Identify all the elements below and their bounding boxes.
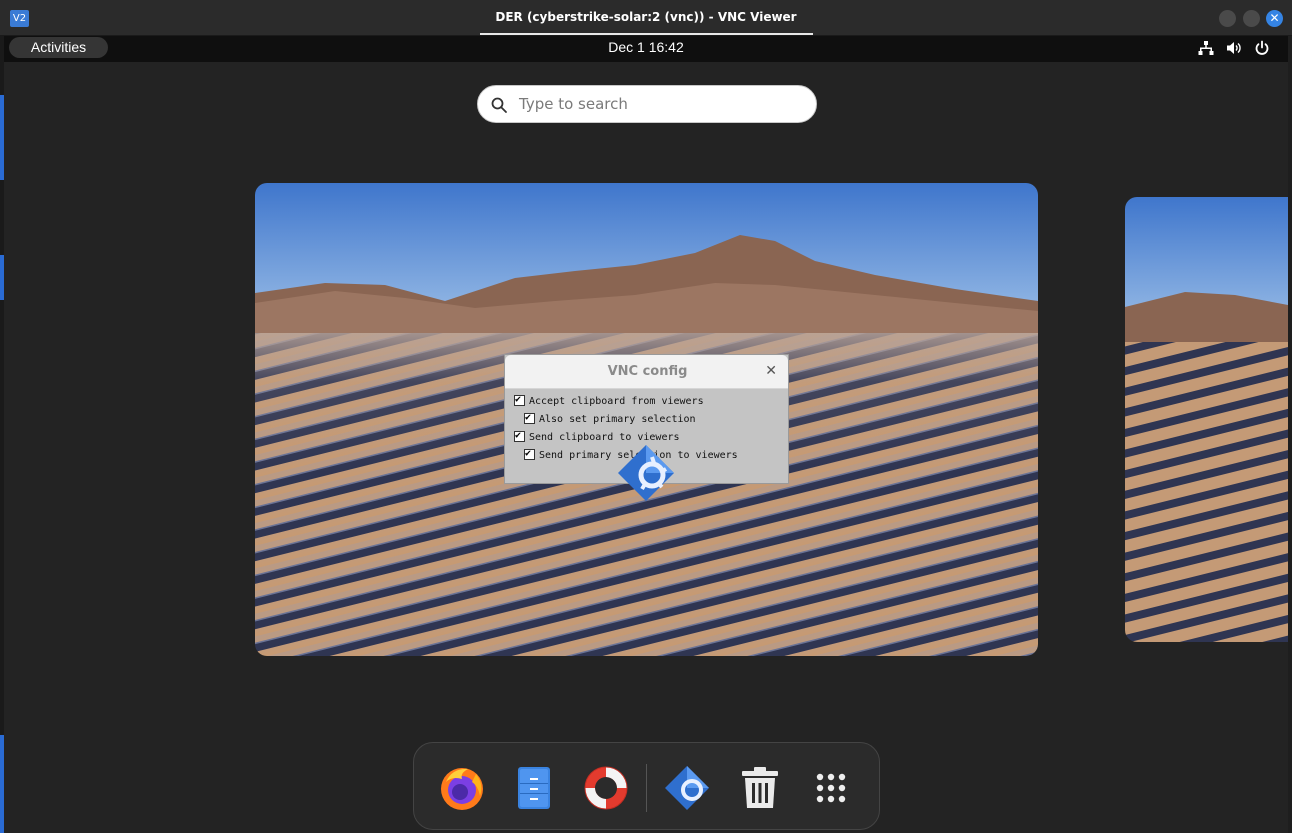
network-icon[interactable] bbox=[1198, 40, 1214, 56]
checkbox[interactable] bbox=[514, 393, 525, 407]
search-icon bbox=[491, 97, 507, 113]
checkbox[interactable] bbox=[514, 429, 525, 443]
volume-icon[interactable] bbox=[1226, 40, 1242, 56]
gnome-top-bar: Activities Dec 1 16:42 bbox=[4, 36, 1288, 62]
option-label: Accept clipboard from viewers bbox=[529, 396, 704, 407]
power-icon[interactable] bbox=[1254, 40, 1270, 56]
solar-farm-wallpaper bbox=[1125, 197, 1288, 642]
option-label: Send clipboard to viewers bbox=[529, 432, 680, 443]
close-icon[interactable]: ✕ bbox=[765, 363, 777, 379]
close-button[interactable]: ✕ bbox=[1266, 10, 1283, 27]
search-input[interactable]: Type to search bbox=[477, 85, 817, 123]
maximize-button[interactable] bbox=[1243, 10, 1260, 27]
vnc-config-icon[interactable] bbox=[663, 764, 711, 812]
checkbox[interactable] bbox=[524, 411, 535, 425]
vnc-config-app-badge-icon bbox=[618, 445, 674, 501]
option-set-primary[interactable]: Also set primary selection bbox=[524, 411, 696, 427]
title-underline bbox=[480, 33, 813, 35]
help-icon[interactable] bbox=[582, 764, 630, 812]
activities-overview: Type to search VNC config ✕ ✔Accept clip… bbox=[4, 62, 1288, 833]
dock-separator bbox=[646, 764, 647, 812]
checkbox[interactable] bbox=[524, 447, 535, 461]
close-icon: ✕ bbox=[1269, 11, 1280, 25]
search-placeholder: Type to search bbox=[519, 95, 628, 113]
dock bbox=[413, 742, 880, 830]
firefox-icon[interactable] bbox=[438, 764, 486, 812]
window-thumbnail-second-workspace[interactable] bbox=[1125, 197, 1288, 642]
clock[interactable]: Dec 1 16:42 bbox=[4, 39, 1288, 55]
vnc-viewer-titlebar[interactable]: V2 DER (cyberstrike-solar:2 (vnc)) - VNC… bbox=[0, 0, 1292, 36]
option-label: Also set primary selection bbox=[539, 414, 696, 425]
dialog-title: VNC config bbox=[607, 364, 688, 379]
window-title: DER (cyberstrike-solar:2 (vnc)) - VNC Vi… bbox=[495, 10, 797, 24]
show-apps-icon[interactable] bbox=[807, 764, 855, 812]
minimize-button[interactable] bbox=[1219, 10, 1236, 27]
trash-icon[interactable] bbox=[736, 764, 784, 812]
dialog-header[interactable]: VNC config ✕ bbox=[505, 355, 788, 389]
option-accept-clipboard[interactable]: Accept clipboard from viewers bbox=[514, 393, 704, 409]
files-icon[interactable] bbox=[510, 764, 558, 812]
